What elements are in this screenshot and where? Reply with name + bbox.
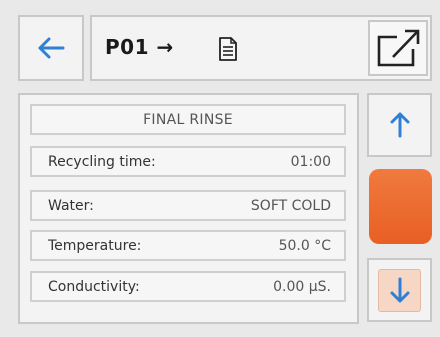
scroll-position-indicator[interactable] <box>369 169 432 244</box>
param-label: Water: <box>48 198 94 214</box>
rinse-panel: FINAL RINSE Recycling time: 01:00 Water:… <box>18 93 359 324</box>
program-header: P01 → <box>90 15 432 81</box>
param-value: 0.00 µS. <box>273 279 331 295</box>
program-label: P01 → <box>105 35 174 59</box>
back-button[interactable] <box>18 15 84 81</box>
param-value: 50.0 °C <box>278 238 331 254</box>
arrow-down-icon <box>390 277 409 303</box>
param-label: Recycling time: <box>48 154 156 170</box>
section-title: FINAL RINSE <box>30 104 346 135</box>
arrow-up-icon <box>390 112 409 138</box>
arrow-left-icon <box>38 37 65 59</box>
export-button[interactable] <box>368 20 428 76</box>
scroll-down-button[interactable] <box>367 258 432 322</box>
param-row-conductivity[interactable]: Conductivity: 0.00 µS. <box>30 271 346 302</box>
param-label: Temperature: <box>48 238 142 254</box>
param-value: SOFT COLD <box>250 198 331 214</box>
document-icon[interactable] <box>218 36 238 62</box>
program-id: P01 <box>105 35 149 59</box>
scroll-down-inner <box>378 268 421 312</box>
param-row-recycling-time[interactable]: Recycling time: 01:00 <box>30 146 346 177</box>
param-row-temperature[interactable]: Temperature: 50.0 °C <box>30 230 346 261</box>
param-row-water[interactable]: Water: SOFT COLD <box>30 190 346 221</box>
program-arrow: → <box>156 35 174 59</box>
export-icon <box>377 29 420 67</box>
param-label: Conductivity: <box>48 279 140 295</box>
scroll-up-button[interactable] <box>367 93 432 157</box>
param-value: 01:00 <box>290 154 331 170</box>
